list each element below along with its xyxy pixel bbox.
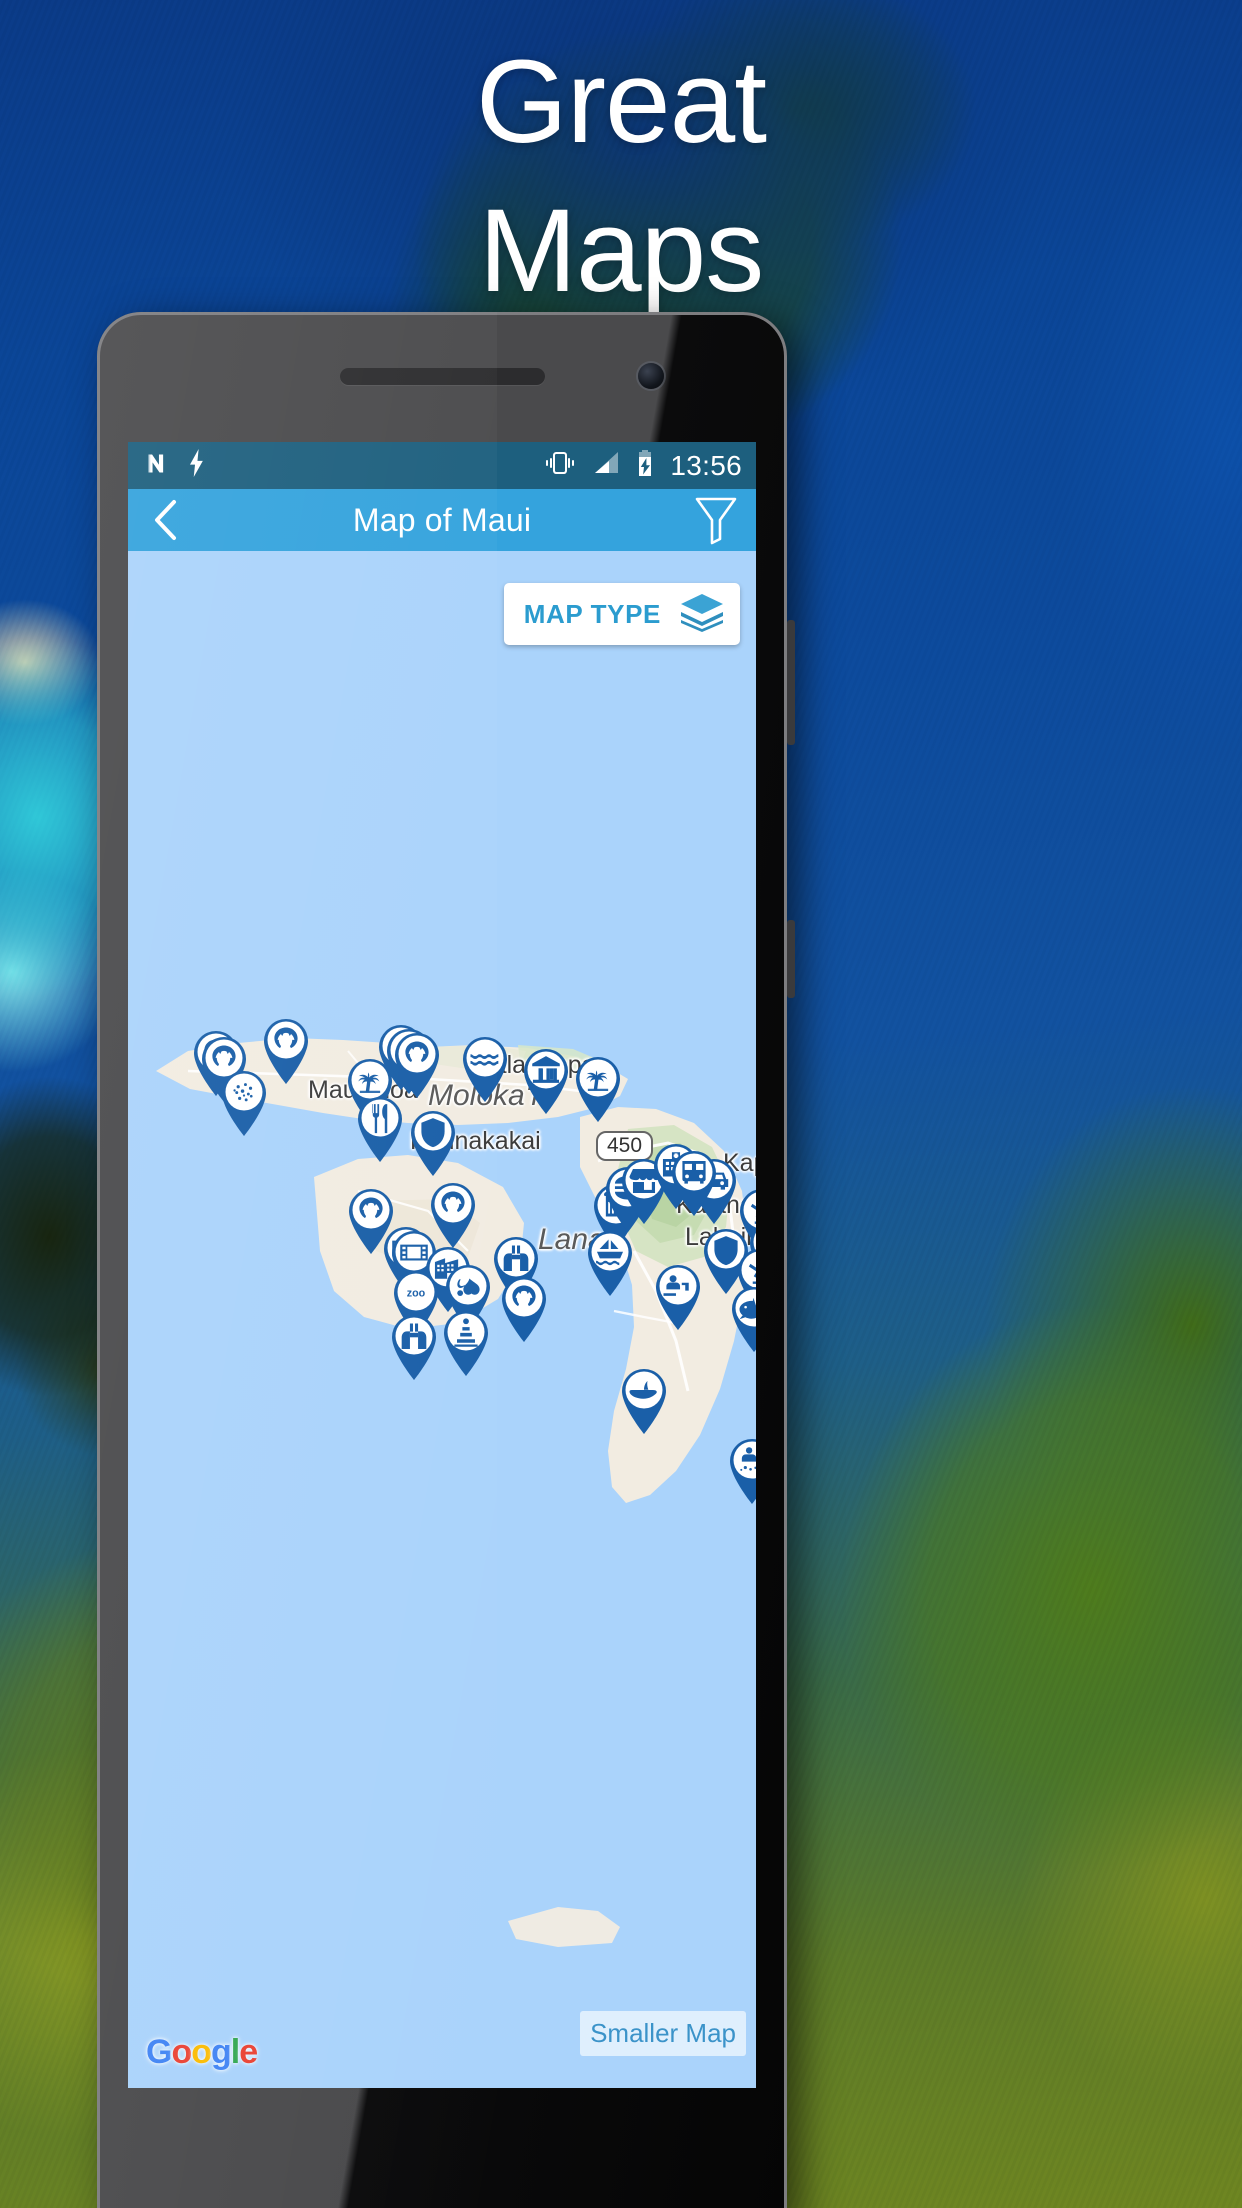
map-marker-shield[interactable] (403, 1103, 463, 1177)
google-letter: l (230, 2033, 241, 2071)
map-marker-diving[interactable] (648, 1257, 708, 1331)
map-marker-boat[interactable] (580, 1223, 640, 1297)
map-type-button[interactable]: MAP TYPE (503, 583, 740, 645)
filter-button[interactable] (690, 495, 742, 545)
shield-icon (411, 1111, 455, 1176)
status-bar-right-icons: 13:56 (543, 449, 742, 482)
whale-icon (622, 1369, 666, 1434)
map-marker-shark[interactable] (724, 1279, 756, 1353)
google-attribution: Google (146, 2033, 258, 2072)
map-view[interactable]: MaunaloaKaunakakaiMolokaʻiKalaupapaLanaʻ… (128, 551, 756, 2088)
headline-line-1: Great (475, 36, 767, 168)
promo-headline: Great Maps (0, 28, 1242, 325)
layers-icon (679, 592, 725, 637)
google-letter: G (146, 2033, 172, 2071)
filter-funnel-icon (695, 497, 737, 545)
map-type-label: MAP TYPE (523, 598, 661, 629)
map-marker-museum[interactable] (516, 1041, 576, 1115)
boat-icon (588, 1231, 632, 1296)
map-marker-fountain[interactable] (436, 1303, 496, 1377)
power-button[interactable] (787, 920, 795, 998)
binoculars-icon (392, 1315, 436, 1380)
back-button[interactable] (142, 499, 188, 541)
shark-icon (732, 1287, 756, 1352)
google-letter: g (211, 2033, 232, 2071)
usb-charging-icon (187, 449, 207, 482)
map-marker-snorkel[interactable] (722, 1431, 756, 1505)
waves-icon (463, 1037, 507, 1102)
phone-device-frame: 13:56 Map of Maui Kaunakakai Lanaʻi Ka 4… (97, 312, 787, 2208)
google-letter: o (171, 2033, 192, 2071)
back-chevron-icon (155, 500, 176, 540)
battery-charging-icon (635, 449, 655, 482)
map-marker-whale[interactable] (614, 1361, 674, 1435)
headline-line-2: Maps (478, 184, 765, 317)
fountain-icon (444, 1311, 488, 1376)
svg-text:zoo: zoo (407, 1287, 426, 1299)
volume-button[interactable] (787, 620, 795, 745)
shell-icon (502, 1277, 546, 1342)
bus-icon (672, 1151, 716, 1216)
earpiece-speaker (340, 368, 545, 385)
status-bar-clock: 13:56 (670, 449, 742, 481)
vibrate-icon (543, 450, 577, 481)
phone-screen: 13:56 Map of Maui Kaunakakai Lanaʻi Ka 4… (128, 442, 756, 2088)
signal-icon (592, 450, 620, 481)
map-marker-bus[interactable] (664, 1143, 724, 1217)
palm-tree-icon (576, 1057, 620, 1122)
museum-icon (524, 1049, 568, 1114)
map-marker-restaurant[interactable] (350, 1089, 410, 1163)
status-bar: 13:56 (128, 442, 756, 489)
status-bar-left-icons (144, 449, 207, 482)
map-marker-waves[interactable] (455, 1029, 515, 1103)
map-marker-shell[interactable] (494, 1269, 554, 1343)
map-marker-binoculars[interactable] (384, 1307, 444, 1381)
map-marker-shell[interactable] (256, 1011, 316, 1085)
snorkel-icon (730, 1439, 756, 1504)
shell-icon (395, 1033, 439, 1098)
google-letter: o (191, 2033, 212, 2071)
diving-icon (656, 1265, 700, 1330)
map-marker-shell[interactable] (387, 1025, 447, 1099)
smaller-map-button[interactable]: Smaller Map (580, 2011, 746, 2056)
front-camera (638, 363, 664, 389)
android-n-icon (144, 450, 171, 482)
page-title: Map of Maui (352, 501, 532, 538)
map-marker-palm-tree[interactable] (568, 1049, 628, 1123)
restaurant-icon (358, 1097, 402, 1162)
google-letter: e (239, 2033, 258, 2071)
shell-icon (264, 1019, 308, 1084)
app-bar: Map of Maui (128, 489, 756, 551)
